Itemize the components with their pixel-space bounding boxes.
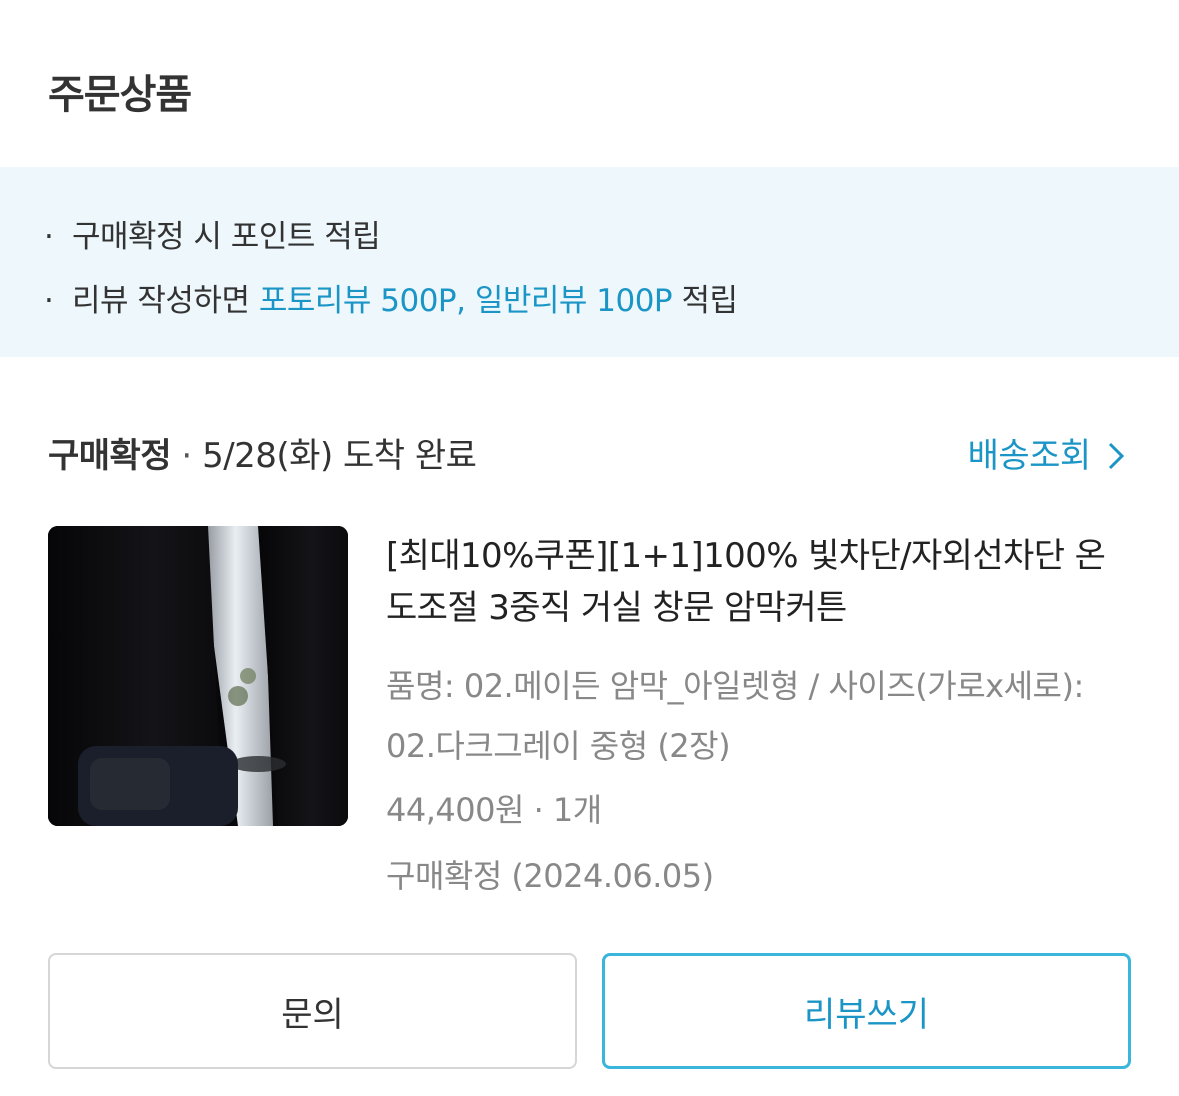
notice-line-review: · 리뷰 작성하면 포토리뷰 500P, 일반리뷰 100P 적립 [44,275,738,320]
notice-text-suffix: 적립 [672,283,738,319]
product-thumbnail[interactable] [48,526,348,826]
product-price-quantity: 44,400원 · 1개 [386,791,602,829]
notice-line-confirm: · 구매확정 시 포인트 적립 [44,211,381,256]
status-separator: · [171,436,203,476]
notice-text-prefix: 리뷰 작성하면 [72,283,259,319]
notice-text: 구매확정 시 포인트 적립 [72,219,381,255]
bullet-dot: · [44,283,54,319]
write-review-button[interactable]: 리뷰쓰기 [602,953,1131,1069]
product-title[interactable]: [최대10%쿠폰][1+1]100% 빛차단/자외선차단 온도조절 3중직 거실… [386,530,1131,634]
bullet-dot: · [44,219,54,255]
product-option: 품명: 02.메이든 암막_아일렛형 / 사이즈(가로x세로): 02.다크그레… [386,667,1084,765]
curtain-photo-icon [48,526,348,826]
notice-points-highlight: 포토리뷰 500P, 일반리뷰 100P [258,283,673,319]
track-shipment-link[interactable]: 배송조회 [968,428,1125,477]
status-label: 구매확정 [48,436,172,476]
order-status-row: 구매확정 · 5/28(화) 도착 완료 배송조회 [48,428,1131,480]
order-status: 구매확정 · 5/28(화) 도착 완료 [48,428,477,477]
points-notice: · 구매확정 시 포인트 적립 · 리뷰 작성하면 포토리뷰 500P, 일반리뷰 … [0,167,1179,357]
status-detail: 5/28(화) 도착 완료 [202,436,477,476]
track-label: 배송조회 [967,436,1092,476]
section-title: 주문상품 [48,72,192,118]
chevron-right-icon [1107,436,1125,476]
purchase-confirm-date: 구매확정 (2024.06.05) [386,857,714,895]
inquiry-button[interactable]: 문의 [48,953,577,1069]
